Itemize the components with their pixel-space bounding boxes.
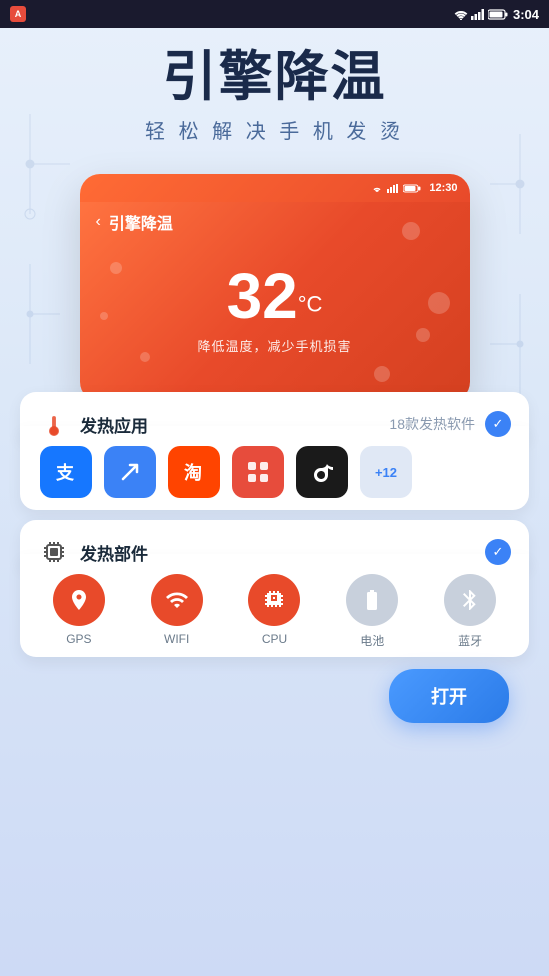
- hero-title-main: 引擎降温: [20, 48, 529, 107]
- temp-number: 32: [227, 260, 298, 332]
- app-icon: A: [10, 6, 26, 22]
- component-bluetooth[interactable]: 蓝牙: [435, 574, 505, 649]
- wifi-component-icon-circle: [151, 574, 203, 626]
- status-icons: [454, 9, 508, 20]
- component-gps[interactable]: GPS: [44, 574, 114, 649]
- status-left: A: [10, 6, 26, 22]
- cpu-icon: [262, 588, 286, 612]
- content-wrapper: 引擎降温 轻 松 解 决 手 机 发 烫 12:30: [0, 28, 549, 743]
- phone-card: 12:30 ‹ 引擎降温: [80, 174, 470, 402]
- status-bar: A 3:04: [0, 0, 549, 28]
- component-wifi[interactable]: WIFI: [142, 574, 212, 649]
- thermometer-icon: [40, 410, 68, 438]
- back-arrow-icon: ‹: [96, 213, 101, 231]
- temp-desc: 降低温度，减少手机损害: [96, 336, 454, 355]
- component-cpu[interactable]: CPU: [239, 574, 309, 649]
- open-button[interactable]: 打开: [389, 669, 509, 723]
- app-icon-mini[interactable]: [232, 446, 284, 498]
- heat-apps-subtitle: 18款发热软件: [389, 414, 475, 434]
- heat-components-header-left: 发热部件: [38, 536, 148, 568]
- status-time: 3:04: [513, 7, 539, 22]
- temp-unit: °C: [298, 292, 323, 317]
- gps-label: GPS: [66, 632, 91, 646]
- battery-component-icon: [360, 588, 384, 612]
- open-btn-area: 打开: [20, 657, 529, 743]
- heat-apps-title: 发热应用: [80, 412, 148, 437]
- battery-label: 电池: [360, 632, 384, 649]
- phone-inner-status-icons: 12:30: [371, 182, 457, 194]
- hero-title-section: 引擎降温 轻 松 解 决 手 机 发 烫: [0, 28, 549, 154]
- heat-apps-header-left: 发热应用: [38, 408, 148, 440]
- cpu-icon-circle: [248, 574, 300, 626]
- bluetooth-icon: [458, 588, 482, 612]
- chip-icon: [40, 538, 68, 566]
- bubble-5: [374, 366, 390, 382]
- bluetooth-label: 蓝牙: [458, 632, 482, 649]
- heat-components-title: 发热部件: [80, 540, 148, 565]
- bluetooth-icon-circle: [444, 574, 496, 626]
- heat-apps-right: 18款发热软件 ✓: [389, 411, 511, 437]
- cpu-label: CPU: [262, 632, 287, 646]
- phone-inner-statusbar: 12:30: [80, 174, 470, 202]
- status-right: 3:04: [454, 7, 539, 22]
- wifi-icon: [454, 9, 468, 20]
- heat-components-icon-wrap: [38, 536, 70, 568]
- temperature-display: 32°C: [96, 264, 454, 328]
- phone-mockup-container: 12:30 ‹ 引擎降温: [0, 154, 549, 402]
- components-row: GPS WIFI CPU: [20, 554, 529, 657]
- phone-nav: ‹ 引擎降温: [96, 210, 454, 234]
- heat-apps-icon-wrap: [38, 408, 70, 440]
- phone-temp-area: 32°C 降低温度，减少手机损害: [96, 264, 454, 355]
- battery-icon: [488, 9, 508, 20]
- phone-page-title: 引擎降温: [109, 210, 173, 234]
- battery-component-icon-circle: [346, 574, 398, 626]
- svg-text:淘: 淘: [184, 462, 202, 483]
- phone-time: 12:30: [429, 182, 457, 194]
- phone-inner-header: ‹ 引擎降温 32°C 降低温度，减少手机损害: [80, 202, 470, 402]
- gps-icon: [67, 588, 91, 612]
- hero-subtitle: 轻 松 解 决 手 机 发 烫: [20, 115, 529, 144]
- app-icon-more[interactable]: +12: [360, 446, 412, 498]
- bottom-cards: 发热应用 18款发热软件 ✓ 支 淘: [0, 392, 549, 743]
- app-icon-feishu[interactable]: [104, 446, 156, 498]
- wifi-label: WIFI: [164, 632, 189, 646]
- wifi-component-icon: [165, 588, 189, 612]
- component-battery[interactable]: 电池: [337, 574, 407, 649]
- app-icon-taobao[interactable]: 淘: [168, 446, 220, 498]
- heat-apps-check[interactable]: ✓: [485, 411, 511, 437]
- gps-icon-circle: [53, 574, 105, 626]
- svg-text:支: 支: [55, 462, 75, 483]
- signal-icon: [471, 9, 485, 20]
- app-icon-alipay[interactable]: 支: [40, 446, 92, 498]
- app-icon-douyin[interactable]: [296, 446, 348, 498]
